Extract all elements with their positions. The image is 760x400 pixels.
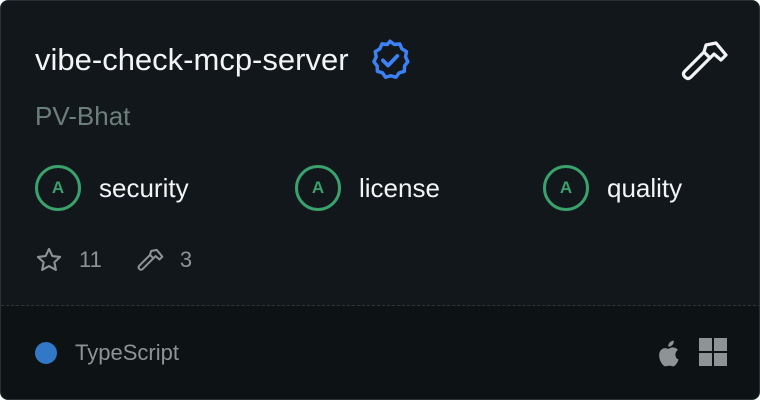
grade-quality: A quality [543,165,682,211]
card-footer: TypeScript [1,306,759,399]
grade-security: A security [35,165,189,211]
grade-label: security [99,173,189,203]
hammer-icon [137,248,164,271]
language-name: TypeScript [75,340,179,365]
windows-icon [699,338,727,366]
title-row: vibe-check-mcp-server [35,37,413,83]
grade-badge: A [543,165,589,211]
tools-count: 3 [179,247,193,272]
grade-label: quality [607,173,683,203]
server-card[interactable]: vibe-check-mcp-server PV-Bhat A security… [0,0,760,400]
stars-count: 11 [79,247,102,272]
grade-license: A license [295,165,440,211]
stats-row: 11 3 [35,244,192,276]
server-title[interactable]: vibe-check-mcp-server [35,38,349,82]
grade-badge: A [35,165,81,211]
verified-badge-icon [371,39,410,79]
apple-icon [659,340,679,367]
grade-label: license [359,173,440,203]
grade-badge: A [295,165,341,211]
author-name[interactable]: PV-Bhat [35,99,130,133]
language-color-dot [35,342,57,364]
hammer-icon [681,41,728,81]
star-icon [36,247,62,271]
